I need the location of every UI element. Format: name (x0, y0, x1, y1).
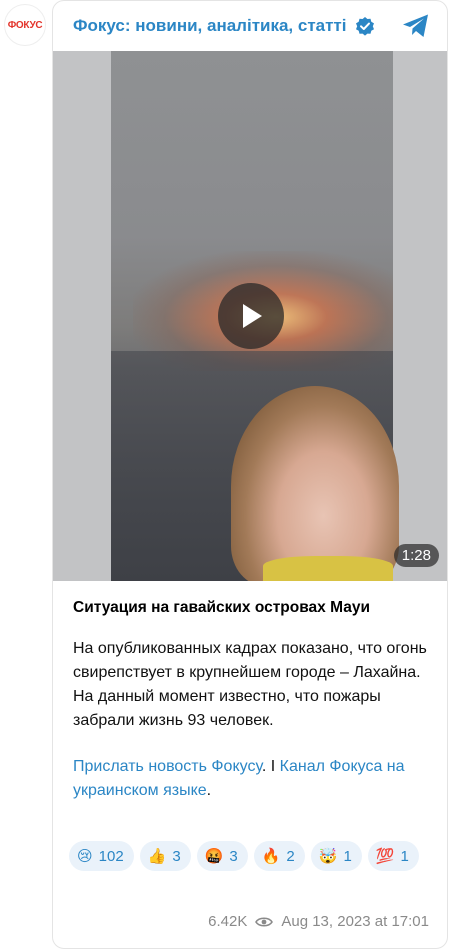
play-icon (243, 304, 262, 328)
reaction-count: 3 (229, 847, 238, 865)
crying-face-icon: 😢 (77, 846, 93, 865)
reaction-cursing[interactable]: 🤬 3 (196, 841, 248, 871)
avatar-logo-text: ФОКУС (7, 19, 43, 31)
telegram-share-icon[interactable] (401, 12, 431, 40)
reactions-bar: 😢 102 👍 3 🤬 3 🔥 2 🤯 1 💯 1 (69, 841, 439, 871)
video-player[interactable]: 1:28 (53, 51, 447, 581)
hundred-points-icon: 💯 (375, 846, 395, 865)
channel-avatar[interactable]: ФОКУС (4, 4, 46, 46)
video-person (231, 386, 399, 581)
message-meta: 6.42K Aug 13, 2023 at 17:01 (208, 913, 429, 930)
links-end: . (206, 782, 212, 799)
video-duration: 1:28 (393, 544, 439, 567)
exploding-head-icon: 🤯 (318, 846, 338, 865)
reaction-count: 1 (400, 847, 409, 865)
reaction-fire[interactable]: 🔥 2 (253, 841, 305, 871)
link-separator: . I (261, 758, 280, 775)
fire-icon: 🔥 (261, 846, 281, 865)
cursing-face-icon: 🤬 (204, 846, 224, 865)
reaction-thumbs-up[interactable]: 👍 3 (139, 841, 191, 871)
reaction-count: 102 (98, 847, 124, 865)
video-blur-left (53, 51, 113, 581)
reaction-hundred[interactable]: 💯 1 (367, 841, 419, 871)
reaction-exploding-head[interactable]: 🤯 1 (310, 841, 362, 871)
reaction-count: 2 (286, 847, 295, 865)
channel-name-link[interactable]: Фокус: новини, аналітика, статті (73, 16, 347, 36)
post-links: Прислать новость Фокусу. I Канал Фокуса … (73, 755, 433, 803)
post-title: Ситуация на гавайских островах Мауи (73, 599, 370, 616)
eye-icon (255, 916, 274, 928)
message-header: Фокус: новини, аналітика, статті (53, 1, 447, 51)
video-person-shirt (263, 556, 393, 581)
message-card: Фокус: новини, аналітика, статті 1:28 Си… (52, 0, 448, 949)
video-blur-right (393, 51, 447, 581)
post-body: На опубликованных кадрах показано, что о… (73, 640, 427, 729)
reaction-crying[interactable]: 😢 102 (69, 841, 134, 871)
verified-icon (355, 16, 375, 36)
reaction-count: 1 (343, 847, 352, 865)
thumbs-up-icon: 👍 (147, 846, 167, 865)
play-button[interactable] (218, 283, 284, 349)
send-news-link[interactable]: Прислать новость Фокусу (73, 758, 262, 775)
message-text: Ситуация на гавайских островах Мауи На о… (73, 597, 433, 803)
view-count: 6.42K (208, 913, 248, 930)
post-date: Aug 13, 2023 at 17:01 (281, 913, 429, 930)
reaction-count: 3 (172, 847, 181, 865)
